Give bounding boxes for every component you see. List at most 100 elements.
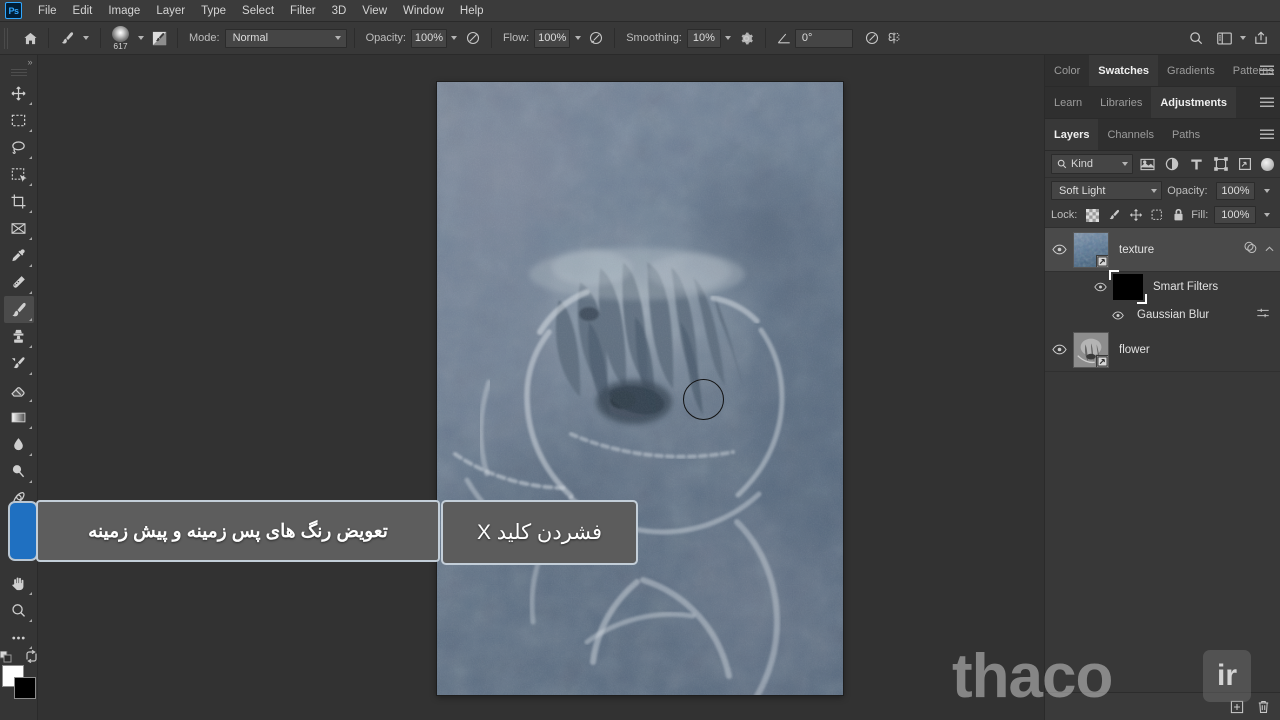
smart-filter-icon[interactable] [1243, 240, 1258, 259]
layer-name[interactable]: texture [1119, 244, 1154, 256]
dodge-tool[interactable] [4, 458, 34, 485]
filter-name[interactable]: Gaussian Blur [1137, 309, 1209, 321]
layer-thumbnail[interactable] [1073, 231, 1109, 268]
eye-icon[interactable] [1107, 311, 1129, 320]
tab-learn[interactable]: Learn [1045, 87, 1091, 118]
layer-name[interactable]: flower [1119, 344, 1150, 356]
layer-opacity-input[interactable]: 100% [1215, 181, 1256, 200]
eyedropper-tool[interactable] [4, 242, 34, 269]
menu-item-edit[interactable]: Edit [65, 2, 101, 20]
flow-input[interactable]: 100% [534, 28, 571, 48]
workspace-icon[interactable] [1213, 27, 1235, 49]
options-bar-grip[interactable] [4, 27, 10, 49]
canvas-container[interactable] [437, 82, 843, 695]
tab-layers[interactable]: Layers [1045, 119, 1099, 150]
panel-menu-icon[interactable] [1260, 97, 1274, 108]
menu-item-select[interactable]: Select [234, 2, 282, 20]
layer-opacity-dropdown[interactable] [1260, 181, 1274, 200]
lasso-tool[interactable] [4, 134, 34, 161]
lock-position-icon[interactable] [1126, 206, 1145, 225]
menu-item-layer[interactable]: Layer [148, 2, 193, 20]
layer-fill-dropdown[interactable] [1259, 206, 1274, 225]
menu-item-view[interactable]: View [354, 2, 395, 20]
table-row[interactable]: texture [1045, 228, 1280, 272]
menu-item-image[interactable]: Image [100, 2, 148, 20]
filter-toggle-icon[interactable] [1261, 157, 1275, 171]
background-color-swatch[interactable] [13, 677, 36, 699]
list-item[interactable]: Smart Filters [1045, 270, 1280, 304]
lock-image-pixels-icon[interactable] [1105, 206, 1124, 225]
filter-type-icon[interactable] [1186, 154, 1206, 174]
blur-tool[interactable] [4, 431, 34, 458]
list-item[interactable]: Gaussian Blur [1045, 302, 1280, 328]
tab-color[interactable]: Color [1045, 55, 1089, 86]
more-dots-icon[interactable] [4, 624, 34, 651]
delete-layer-icon[interactable] [1251, 696, 1275, 718]
tab-libraries[interactable]: Libraries [1091, 87, 1151, 118]
smoothing-dropdown[interactable] [721, 29, 736, 48]
clone-stamp-tool[interactable] [4, 323, 34, 350]
eye-icon[interactable] [1045, 328, 1073, 372]
brush-preset-picker[interactable]: 617 [108, 25, 133, 51]
blend-mode-select[interactable]: Normal [224, 28, 347, 48]
expand-arrows-icon[interactable]: » [0, 55, 38, 69]
tab-swatches[interactable]: Swatches [1089, 55, 1159, 86]
frame-tool[interactable] [4, 215, 34, 242]
filter-adjustment-icon[interactable] [1162, 154, 1182, 174]
brush-tool[interactable] [3, 296, 34, 323]
move-tool[interactable] [4, 80, 34, 107]
tab-paths[interactable]: Paths [1163, 119, 1209, 150]
menu-item-3d[interactable]: 3D [324, 2, 355, 20]
brush-preset-dropdown[interactable] [78, 29, 93, 48]
eye-icon[interactable] [1089, 282, 1111, 292]
brush-tool-icon[interactable] [56, 27, 78, 49]
lock-artboard-nesting-icon[interactable] [1148, 206, 1167, 225]
object-selection-tool[interactable] [4, 161, 34, 188]
menu-item-file[interactable]: File [30, 2, 65, 20]
menu-item-type[interactable]: Type [193, 2, 234, 20]
filter-shape-icon[interactable] [1210, 154, 1230, 174]
filter-blending-options-icon[interactable] [1256, 306, 1270, 324]
filter-pixel-icon[interactable] [1137, 154, 1157, 174]
table-row[interactable]: flower [1045, 328, 1280, 372]
layer-thumbnail[interactable] [1073, 331, 1109, 368]
menu-item-window[interactable]: Window [395, 2, 452, 20]
tab-channels[interactable]: Channels [1098, 119, 1162, 150]
chevron-up-icon[interactable] [1265, 244, 1274, 255]
brush-size-dropdown[interactable] [133, 29, 148, 48]
lock-transparent-pixels-icon[interactable] [1083, 206, 1102, 225]
tab-gradients[interactable]: Gradients [1158, 55, 1224, 86]
layer-blend-mode-select[interactable]: Soft Light [1051, 181, 1163, 200]
eraser-tool[interactable] [4, 377, 34, 404]
airbrush-icon[interactable] [585, 27, 607, 49]
smoothing-input[interactable]: 10% [686, 28, 721, 48]
add-layer-icon[interactable] [1225, 696, 1249, 718]
lock-all-icon[interactable] [1170, 206, 1189, 225]
swap-colors-icon[interactable] [25, 650, 38, 663]
zoom-tool[interactable] [4, 597, 34, 624]
opacity-input[interactable]: 100% [410, 28, 447, 48]
eye-icon[interactable] [1045, 228, 1073, 272]
pressure-size-icon[interactable] [861, 27, 883, 49]
flow-dropdown[interactable] [570, 29, 585, 48]
search-icon[interactable] [1185, 27, 1207, 49]
layer-filter-kind-select[interactable]: Kind [1051, 154, 1134, 174]
hand-tool[interactable] [4, 570, 34, 597]
workspace-dropdown[interactable] [1235, 29, 1250, 48]
default-colors-icon[interactable] [0, 651, 12, 663]
panel-menu-icon[interactable] [1260, 65, 1274, 76]
opacity-dropdown[interactable] [447, 29, 462, 48]
menu-item-filter[interactable]: Filter [282, 2, 324, 20]
panel-menu-icon[interactable] [1260, 129, 1274, 140]
gear-icon[interactable] [736, 27, 758, 49]
share-icon[interactable] [1250, 27, 1272, 49]
artboard-image[interactable] [437, 82, 843, 695]
tab-adjustments[interactable]: Adjustments [1151, 87, 1236, 118]
marquee-tool[interactable] [4, 107, 34, 134]
layer-fill-input[interactable]: 100% [1214, 206, 1257, 224]
pressure-opacity-icon[interactable] [462, 27, 484, 49]
home-icon[interactable] [19, 27, 41, 49]
filter-smart-object-icon[interactable] [1235, 154, 1255, 174]
tools-panel-grip[interactable] [10, 69, 27, 77]
gradient-tool[interactable] [4, 404, 34, 431]
